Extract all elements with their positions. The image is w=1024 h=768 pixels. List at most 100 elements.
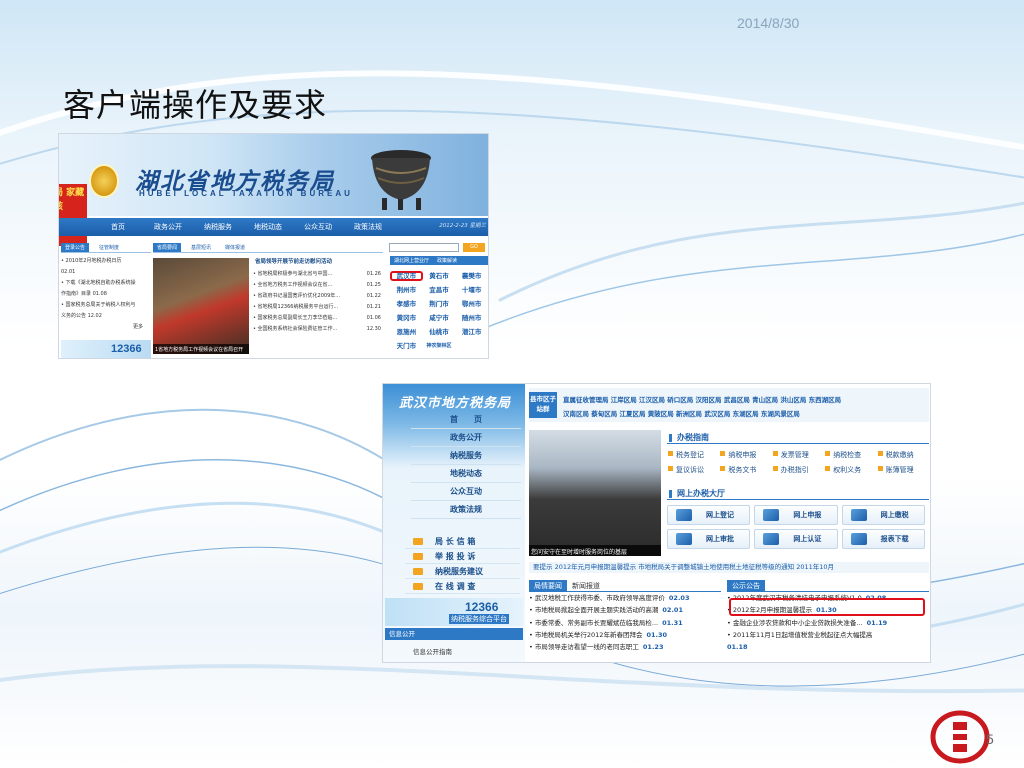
nav-item[interactable]: 首页 — [93, 222, 143, 232]
city-link[interactable]: 鄂州市 — [455, 299, 488, 309]
link-director-mailbox[interactable]: 局 长 信 箱 — [405, 534, 520, 549]
guide-link[interactable]: 纳税申报 — [719, 450, 771, 460]
list-item[interactable]: • 下载《湖北地税自助办税系统操 — [61, 278, 151, 289]
hotline-banner[interactable]: 12366 — [61, 340, 151, 358]
city-link[interactable]: 仙桃市 — [423, 327, 456, 337]
news-row[interactable]: • 市地税局机关举行2012年新春团拜会 01.30 — [529, 629, 721, 641]
news-row[interactable]: • 省政府书记温国宽评价优化2009年... 01.22 — [253, 291, 381, 302]
search-go-button[interactable]: GO — [463, 243, 485, 252]
highlight-box — [729, 598, 925, 616]
news-row[interactable]: • 武汉地税工作获得市委、市政府领导高度评价 02.03 — [529, 592, 721, 604]
guide-link[interactable]: 发票管理 — [772, 450, 824, 460]
hotline-banner[interactable]: 12366 纳税服务综合平台 — [385, 598, 523, 626]
menu-item[interactable]: 政务公开 — [411, 429, 521, 447]
link-suggestion[interactable]: 纳税服务建议 — [405, 564, 520, 579]
search-input[interactable] — [389, 243, 459, 252]
guide-link[interactable]: 税款缴纳 — [877, 450, 929, 460]
guide-link[interactable]: 复议诉讼 — [667, 465, 719, 475]
link-survey[interactable]: 在 线 调 查 — [405, 579, 520, 594]
tab-press[interactable]: 新闻报道 — [567, 580, 605, 591]
tax-emblem-icon — [930, 710, 990, 764]
news-row[interactable]: • 全省地方税务工作视频会议在省... 01.25 — [253, 280, 381, 291]
news-row[interactable]: • 市局领导走访看望一线的老同志职工 01.23 — [529, 641, 721, 653]
news-row[interactable]: • 省地税局12366纳税服务平台运行... 01.21 — [253, 302, 381, 313]
info-guide-link[interactable]: 信息公开指南 — [413, 646, 452, 656]
guide-link[interactable]: 纳税检查 — [824, 450, 876, 460]
tab-online-hall[interactable]: 湖北网上营业厅 — [390, 256, 433, 265]
news-row[interactable]: • 市委常委、常务副市长贾耀斌莅临我局检... 01.31 — [529, 617, 721, 629]
city-link[interactable]: 随州市 — [455, 313, 488, 323]
tab-local-news[interactable]: 基层短讯 — [187, 243, 215, 252]
list-item[interactable]: • 2010年2月地税办税日历 — [61, 256, 151, 267]
guide-link[interactable]: 权利义务 — [824, 465, 876, 475]
city-link[interactable]: 十堰市 — [455, 285, 488, 295]
nav-item[interactable]: 地税动态 — [243, 222, 293, 232]
city-link[interactable]: 神农架林区 — [423, 341, 456, 351]
online-declare-button[interactable]: 网上申报 — [754, 505, 838, 525]
city-link[interactable]: 潜江市 — [455, 327, 488, 337]
more-link[interactable]: 更多 — [61, 322, 151, 333]
city-link[interactable]: 恩施州 — [390, 327, 423, 337]
city-link[interactable]: 襄樊市 — [455, 271, 488, 281]
news-row[interactable]: • 国家税务总局副局长王力李华莅临... 01.06 — [253, 313, 381, 324]
district-links-row[interactable]: 汉南区局 蔡甸区局 江夏区局 黄陂区局 新洲区局 武汉区局 东湖区局 东湖风景区… — [563, 408, 800, 418]
nav-item[interactable]: 政务公开 — [143, 222, 193, 232]
guide-link[interactable]: 税务登记 — [667, 450, 719, 460]
tab-notices[interactable]: 公示公告 — [727, 580, 765, 591]
wuhan-quick-links: 局 长 信 箱 举 报 投 诉 纳税服务建议 在 线 调 查 — [405, 534, 520, 594]
list-item[interactable]: • 国家税务总局关于纳税人权利与 — [61, 300, 151, 311]
news-row[interactable]: • 省地税局积极参与湖北省与中国... 01.26 — [253, 269, 381, 280]
photo-caption: 您问安守在至时增时服务岗位的基层 — [529, 545, 661, 556]
guide-link[interactable]: 账簿管理 — [877, 465, 929, 475]
guide-link[interactable]: 税务文书 — [719, 465, 771, 475]
news-photo[interactable]: 您问安守在至时增时服务岗位的基层 — [529, 430, 661, 556]
report-download-button[interactable]: 报表下载 — [841, 529, 925, 549]
city-link[interactable]: 黄冈市 — [390, 313, 423, 323]
news-ticker[interactable]: 要提示 2012年元月申报期温馨提示 市地税局关于调整城镇土地使用税土地征税等级… — [529, 562, 929, 573]
promo-stamp[interactable]: 务局 家藏男孩 — [59, 184, 87, 246]
notice-row[interactable]: • 2011年11月1日起增值税营业税起征点大幅提高 — [727, 629, 929, 641]
online-approve-button[interactable]: 网上审批 — [667, 529, 751, 549]
city-link[interactable]: 荆州市 — [390, 285, 423, 295]
tab-regulations[interactable]: 征管制度 — [95, 243, 123, 252]
online-register-button[interactable]: 网上登记 — [667, 505, 751, 525]
city-link[interactable]: 宜昌市 — [423, 285, 456, 295]
district-links-row[interactable]: 直属征收管理局 江岸区局 江汉区局 硚口区局 汉阳区局 武昌区局 青山区局 洪山… — [563, 394, 841, 404]
mail-icon — [413, 538, 423, 545]
link-report[interactable]: 举 报 投 诉 — [405, 549, 520, 564]
menu-item[interactable]: 纳税服务 — [411, 447, 521, 465]
list-item[interactable]: 作指南》目录 01.08 — [61, 289, 151, 300]
city-link[interactable]: 孝感市 — [390, 299, 423, 309]
bronze-cauldron-icon — [371, 150, 431, 210]
list-item[interactable]: 义务的公告 12.02 — [61, 311, 151, 322]
menu-item[interactable]: 公众互动 — [411, 483, 521, 501]
menu-item[interactable]: 政策法规 — [411, 501, 521, 519]
city-link[interactable]: 荆门市 — [423, 299, 456, 309]
city-link-wuhan[interactable]: 武汉市 — [390, 271, 423, 281]
page-number: 5 — [986, 731, 994, 747]
online-pay-button[interactable]: 网上缴税 — [841, 505, 925, 525]
globe-icon — [850, 533, 867, 545]
tab-bureau-news[interactable]: 局情要闻 — [529, 580, 567, 591]
city-link[interactable]: 天门市 — [390, 341, 423, 351]
headline[interactable]: 省局领导开展节前走访慰问活动 — [255, 257, 383, 265]
news-photo[interactable]: 1省地方税务局工作视频会议在省局召开 — [153, 258, 249, 354]
online-certify-button[interactable]: 网上认证 — [754, 529, 838, 549]
guide-link[interactable]: 办税指引 — [772, 465, 824, 475]
menu-item[interactable]: 首 页 — [411, 411, 521, 429]
tab-announcements[interactable]: 登录公告 — [61, 242, 90, 252]
nav-item[interactable]: 公众互动 — [293, 222, 343, 232]
news-row[interactable]: • 市地税局掀起全面开展主题实践活动的高潮 02.01 — [529, 604, 721, 616]
city-link[interactable]: 黄石市 — [423, 271, 456, 281]
tab-policy[interactable]: 政策解读 — [433, 256, 461, 265]
hall-title: 网上办税大厅 — [667, 488, 929, 500]
tab-province-news[interactable]: 省局要闻 — [153, 242, 182, 252]
menu-item[interactable]: 地税动态 — [411, 465, 521, 483]
news-row[interactable]: • 全国税务系统社会保险费征管工作... 12.30 — [253, 324, 381, 335]
city-link[interactable]: 咸宁市 — [423, 313, 456, 323]
photo-caption: 1省地方税务局工作视频会议在省局召开 — [153, 344, 249, 354]
nav-item[interactable]: 纳税服务 — [193, 222, 243, 232]
tab-media[interactable]: 媒体报道 — [221, 243, 249, 252]
notice-row[interactable]: • 金融企业涉农贷款和中小企业贷款损失准备... 01.19 — [727, 617, 929, 629]
nav-item[interactable]: 政策法规 — [343, 222, 393, 232]
